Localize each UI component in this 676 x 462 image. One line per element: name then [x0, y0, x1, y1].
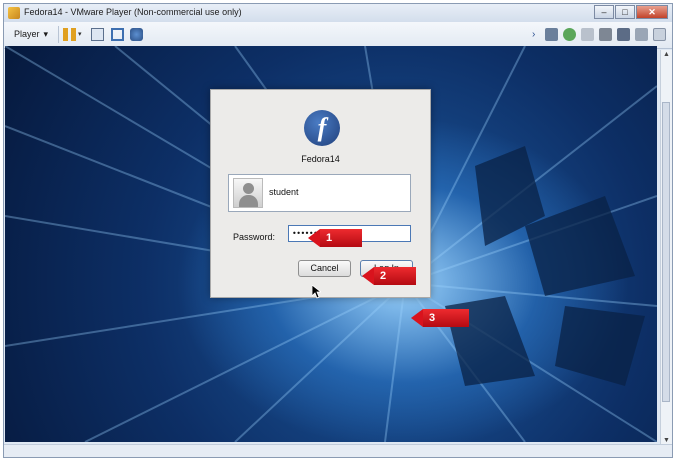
arrow-left-icon	[362, 267, 374, 285]
forward-icon[interactable]: ›	[532, 28, 540, 41]
network-icon[interactable]	[545, 28, 558, 41]
scroll-up-icon[interactable]: ▲	[661, 50, 672, 60]
password-label: Password:	[233, 232, 276, 242]
minimize-button[interactable]: –	[594, 5, 614, 19]
usb-icon[interactable]	[563, 28, 576, 41]
unity-icon[interactable]	[130, 28, 143, 41]
step-1-number: 1	[320, 229, 362, 247]
message-icon[interactable]	[635, 28, 648, 41]
player-menu-label: Player	[14, 29, 40, 39]
toolbar-divider	[58, 26, 59, 43]
send-ctrl-alt-del-icon[interactable]	[91, 28, 104, 41]
user-avatar-icon	[233, 178, 263, 208]
player-menu-button[interactable]: Player ▾	[10, 27, 52, 42]
vmware-app-icon	[8, 7, 20, 19]
full-screen-icon[interactable]	[111, 28, 124, 41]
step-1-callout: 1	[308, 229, 362, 247]
cancel-button[interactable]: Cancel	[298, 260, 351, 277]
fedora-logo-icon: f	[304, 110, 340, 146]
close-button[interactable]: ✕	[636, 5, 668, 19]
status-bar	[4, 444, 672, 457]
hdd-icon[interactable]	[581, 28, 594, 41]
window-controls: – □ ✕	[593, 5, 668, 19]
user-list-item[interactable]: student	[228, 174, 411, 212]
step-3-number: 3	[423, 309, 469, 327]
fedora-logo-glyph: f	[317, 113, 327, 142]
window-title: Fedora14 - VMware Player (Non-commercial…	[24, 7, 242, 17]
printer-icon[interactable]	[599, 28, 612, 41]
step-2-number: 2	[374, 267, 416, 285]
pause-dropdown-icon[interactable]: ▾	[78, 28, 85, 41]
toolbar: Player ▾ ▾ ›	[4, 22, 672, 49]
arrow-left-icon	[411, 309, 423, 327]
title-bar[interactable]: Fedora14 - VMware Player (Non-commercial…	[4, 4, 672, 22]
step-3-callout: 3	[411, 309, 469, 327]
step-2-callout: 2	[362, 267, 416, 285]
arrow-left-icon	[308, 229, 320, 247]
vertical-scrollbar[interactable]: ▲ ▼	[660, 50, 672, 446]
mouse-cursor-icon	[312, 285, 321, 299]
chevron-down-icon: ▾	[43, 29, 49, 39]
hostname-label: Fedora14	[301, 154, 340, 164]
device-icons: ›	[532, 28, 666, 41]
maximize-button[interactable]: □	[615, 5, 635, 19]
scroll-thumb[interactable]	[662, 102, 670, 402]
close-panel-icon[interactable]	[653, 28, 666, 41]
pause-icon[interactable]	[63, 28, 76, 41]
sound-icon[interactable]	[617, 28, 630, 41]
username-label: student	[269, 187, 299, 197]
